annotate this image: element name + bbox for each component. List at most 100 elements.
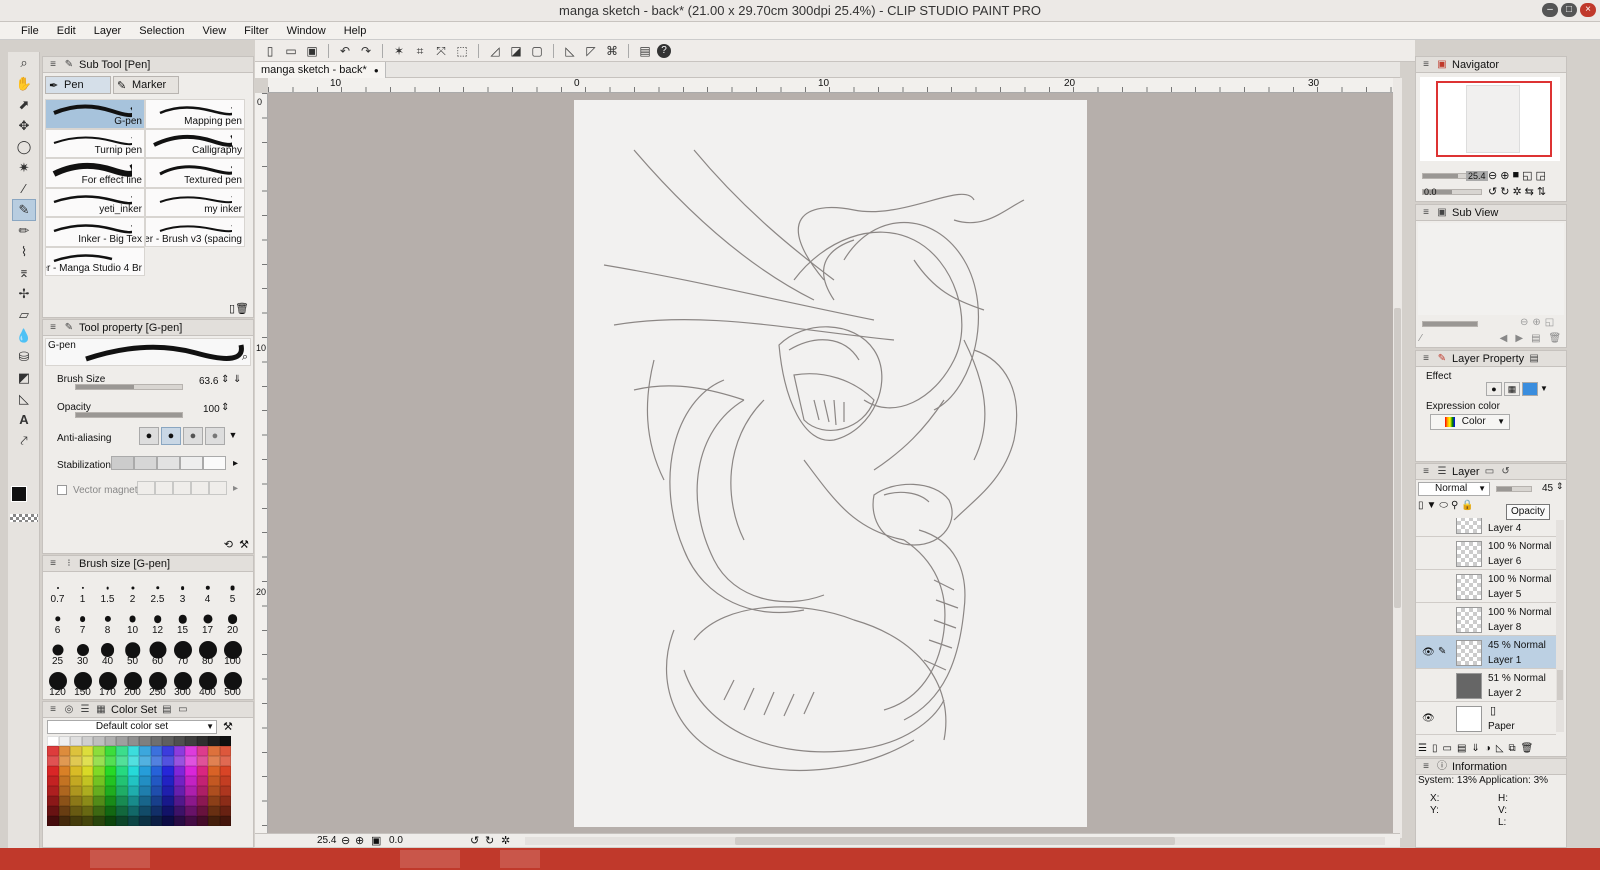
delete-subtool-icon[interactable]: 🗑	[235, 302, 249, 315]
color-swatch[interactable]	[173, 756, 185, 766]
brush-size-preset[interactable]: 25	[45, 638, 70, 669]
color-set-dropdown[interactable]: Default color set ▼	[47, 720, 217, 734]
color-swatch[interactable]	[139, 786, 151, 796]
menu-window[interactable]: Window	[278, 22, 335, 39]
color-swatch[interactable]	[104, 756, 116, 766]
color-swatch[interactable]	[150, 756, 162, 766]
color-swatch[interactable]	[70, 776, 82, 786]
brush-size-preset[interactable]: 60	[145, 638, 170, 669]
color-swatch[interactable]	[104, 796, 116, 806]
color-swatch[interactable]	[196, 796, 208, 806]
color-swatch[interactable]	[93, 736, 105, 746]
color-swatch[interactable]	[116, 806, 128, 816]
redo-icon[interactable]: ↷	[357, 43, 375, 59]
taskbar-item[interactable]	[400, 850, 460, 868]
panel-menu-icon[interactable]: ≡	[47, 704, 59, 716]
mask-icon[interactable]: ◑	[1485, 743, 1491, 754]
ruler-layer-icon[interactable]: ◺	[1496, 743, 1504, 754]
actual-size-icon[interactable]: ■	[1512, 169, 1519, 182]
brush-size-preset[interactable]: 150	[70, 669, 95, 700]
color-swatch[interactable]	[116, 756, 128, 766]
color-swatch[interactable]	[139, 776, 151, 786]
menu-edit[interactable]: Edit	[48, 22, 85, 39]
color-swatch[interactable]	[104, 806, 116, 816]
menu-help[interactable]: Help	[335, 22, 376, 39]
color-swatch[interactable]	[127, 766, 139, 776]
color-swatch[interactable]	[219, 766, 231, 776]
snap-ruler-2-icon[interactable]: ◸	[582, 43, 600, 59]
color-swatch[interactable]	[219, 786, 231, 796]
color-swatch[interactable]	[58, 746, 70, 756]
color-swatch[interactable]	[93, 756, 105, 766]
flip-vertical-icon[interactable]: ⇅	[1537, 185, 1546, 198]
brush-size-preset[interactable]: 6	[45, 607, 70, 638]
brush-size-preset[interactable]: 1.5	[95, 576, 120, 607]
zoom-out-icon[interactable]: ⊖	[1520, 317, 1528, 328]
brush-size-preset[interactable]: 2.5	[145, 576, 170, 607]
color-swatch[interactable]	[116, 776, 128, 786]
color-swatch[interactable]	[185, 736, 197, 746]
brush-size-preset[interactable]: 250	[145, 669, 170, 700]
color-swatch[interactable]	[127, 816, 139, 826]
reset-rotation-icon[interactable]: ✲	[1512, 185, 1521, 198]
brush-calligraphy[interactable]: Calligraphy	[145, 128, 245, 158]
color-swatch[interactable]	[196, 766, 208, 776]
color-swatch[interactable]	[196, 776, 208, 786]
color-swatch[interactable]	[173, 736, 185, 746]
color-swatch[interactable]	[208, 766, 220, 776]
magic-wand-icon[interactable]: ✷	[13, 158, 35, 178]
navigator-zoom-value[interactable]: 25.4	[1466, 171, 1488, 181]
eye-icon[interactable]: 👁	[1422, 647, 1435, 658]
brush-turnip-pen[interactable]: Turnip pen	[45, 128, 145, 158]
color-swatch[interactable]	[173, 776, 185, 786]
brush-size-preset[interactable]: 8	[95, 607, 120, 638]
menu-selection[interactable]: Selection	[130, 22, 193, 39]
color-swatch[interactable]	[162, 766, 174, 776]
color-swatch[interactable]	[81, 736, 93, 746]
scrollbar-thumb[interactable]	[1394, 308, 1401, 608]
color-swatch[interactable]	[219, 756, 231, 766]
color-swatch[interactable]	[185, 766, 197, 776]
menu-file[interactable]: File	[12, 22, 48, 39]
color-swatch[interactable]	[208, 776, 220, 786]
animation-icon[interactable]: ▭	[1484, 466, 1496, 478]
color-swatch[interactable]	[208, 756, 220, 766]
aa-weak-icon[interactable]: ●	[161, 427, 181, 445]
color-swatch[interactable]	[185, 806, 197, 816]
color-swatch[interactable]	[93, 746, 105, 756]
color-swatch[interactable]	[81, 786, 93, 796]
blend-icon[interactable]: 💧	[13, 326, 35, 346]
lock-transparency-icon[interactable]: ▯	[1418, 500, 1424, 511]
color-swatch[interactable]	[104, 776, 116, 786]
color-swatch[interactable]	[150, 796, 162, 806]
color-swatch[interactable]	[81, 796, 93, 806]
color-swatch[interactable]	[173, 746, 185, 756]
eyedropper-icon[interactable]: ⁄	[1420, 333, 1422, 344]
color-swatch[interactable]	[162, 756, 174, 766]
minimize-icon[interactable]: –	[1542, 3, 1558, 17]
brush-size-preset[interactable]: 400	[195, 669, 220, 700]
delete-icon[interactable]: 🗑	[1549, 333, 1562, 344]
clip-icon[interactable]: ⬭	[1439, 500, 1448, 511]
brush-my-inker[interactable]: my inker	[145, 187, 245, 217]
border-effect-icon[interactable]: ●	[1486, 382, 1502, 396]
transparent-color-swatch[interactable]	[10, 514, 38, 522]
correct-line-icon[interactable]: ⤤	[13, 431, 35, 451]
color-swatch[interactable]	[173, 806, 185, 816]
brush-size-preset[interactable]: 500	[220, 669, 245, 700]
brush-inker-manga-studio[interactable]: Inker - Manga Studio 4 Br	[45, 246, 145, 276]
color-swatch[interactable]	[127, 736, 139, 746]
color-swatch[interactable]	[116, 736, 128, 746]
blend-mode-dropdown[interactable]: Normal ▼	[1418, 482, 1490, 496]
select-all-icon[interactable]: ▢	[528, 43, 546, 59]
brush-g-pen[interactable]: G-pen	[45, 99, 145, 129]
layer-color-icon[interactable]	[1522, 382, 1538, 396]
color-swatch[interactable]	[116, 796, 128, 806]
color-swatch[interactable]	[70, 756, 82, 766]
color-swatch[interactable]	[185, 786, 197, 796]
color-swatch[interactable]	[58, 766, 70, 776]
color-swatch[interactable]	[47, 746, 59, 756]
color-swatch[interactable]	[185, 746, 197, 756]
move-layer-icon[interactable]: ✥	[13, 116, 35, 136]
aa-medium-icon[interactable]: ●	[183, 427, 203, 445]
